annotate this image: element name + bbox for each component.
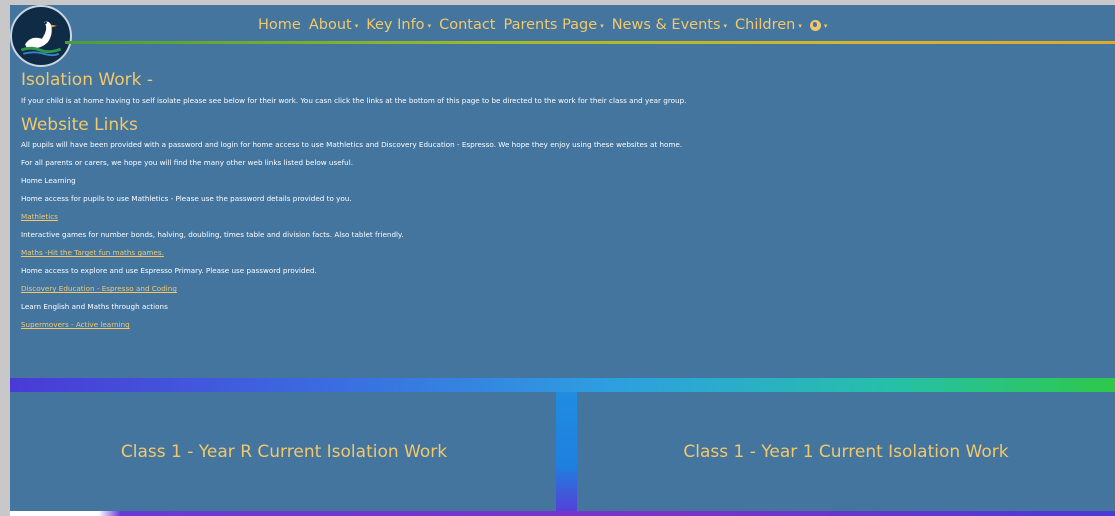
school-logo[interactable] [10, 5, 72, 67]
nav-item-key-info[interactable]: Key Info ▾ [366, 17, 431, 33]
nav-item-label: About [308, 17, 352, 33]
main-nav: Home About ▾ Key Info ▾ Contact Parents Page ▾ N… [258, 14, 827, 36]
chevron-down-icon: ▾ [600, 22, 604, 30]
nav-item-label: Key Info [366, 17, 425, 33]
website-links-list: All pupils will have been provided with … [21, 136, 1101, 334]
website-link[interactable]: Supermovers - Active learning [21, 316, 1101, 334]
main-content: Isolation Work - If your child is at hom… [21, 69, 1101, 334]
website-link[interactable]: Discovery Education - Espresso and Codin… [21, 280, 1101, 298]
globe-icon [809, 19, 821, 31]
isolation-work-text: If your child is at home having to self … [21, 96, 687, 105]
info-text: Home access to explore and use Espresso … [21, 266, 317, 275]
nav-item-children[interactable]: Children ▾ [735, 17, 802, 33]
nav-item-label: Children [735, 17, 796, 33]
nav-item-label: News & Events [611, 17, 721, 33]
chevron-down-icon: ▾ [823, 22, 828, 30]
info-text: Home access for pupils to use Mathletics… [21, 194, 352, 203]
class1-year1-card-label: Class 1 - Year 1 Current Isolation Work [683, 441, 1009, 462]
page: Home About ▾ Key Info ▾ Contact Parents Page ▾ N… [10, 5, 1115, 516]
card-divider [556, 392, 577, 516]
nav-item-label: Home [258, 17, 301, 33]
nav-item-label: Contact [439, 17, 496, 33]
chevron-down-icon: ▾ [723, 22, 728, 30]
info-text: All pupils will have been provided with … [21, 140, 683, 149]
nav-item-about[interactable]: About ▾ [309, 17, 358, 33]
chevron-down-icon: ▾ [798, 22, 802, 30]
nav-item-home[interactable]: Home [258, 17, 301, 33]
chevron-down-icon: ▾ [427, 22, 432, 30]
nav-item-news-events[interactable]: News & Events ▾ [612, 17, 727, 33]
website-links-heading: Website Links [21, 115, 138, 135]
header-rainbow-divider [65, 41, 1115, 44]
info-text: Interactive games for number bonds, halv… [21, 230, 404, 239]
nav-item-parents-page[interactable]: Parents Page ▾ [504, 17, 604, 33]
section-rainbow-divider [10, 378, 1115, 392]
nav-item-translate[interactable]: ▾ [809, 19, 828, 31]
isolation-work-heading: Isolation Work - [21, 70, 153, 90]
class1-year1-card[interactable]: Class 1 - Year 1 Current Isolation Work [577, 392, 1115, 511]
info-text: Learn English and Maths through actions [21, 302, 168, 311]
class1-yearR-card-label: Class 1 - Year R Current Isolation Work [120, 441, 448, 462]
info-text: For all parents or carers, we hope you w… [21, 158, 354, 167]
chevron-down-icon: ▾ [354, 22, 359, 30]
nav-item-contact[interactable]: Contact [439, 17, 495, 33]
info-text: Home Learning [21, 176, 76, 185]
nav-item-label: Parents Page [503, 17, 598, 33]
website-link[interactable]: Maths -Hit the Target fun maths games. [21, 244, 1101, 262]
website-link[interactable]: Mathletics [21, 208, 1101, 226]
footer-rainbow-divider [10, 511, 1115, 516]
class1-yearR-card[interactable]: Class 1 - Year R Current Isolation Work [12, 392, 556, 511]
